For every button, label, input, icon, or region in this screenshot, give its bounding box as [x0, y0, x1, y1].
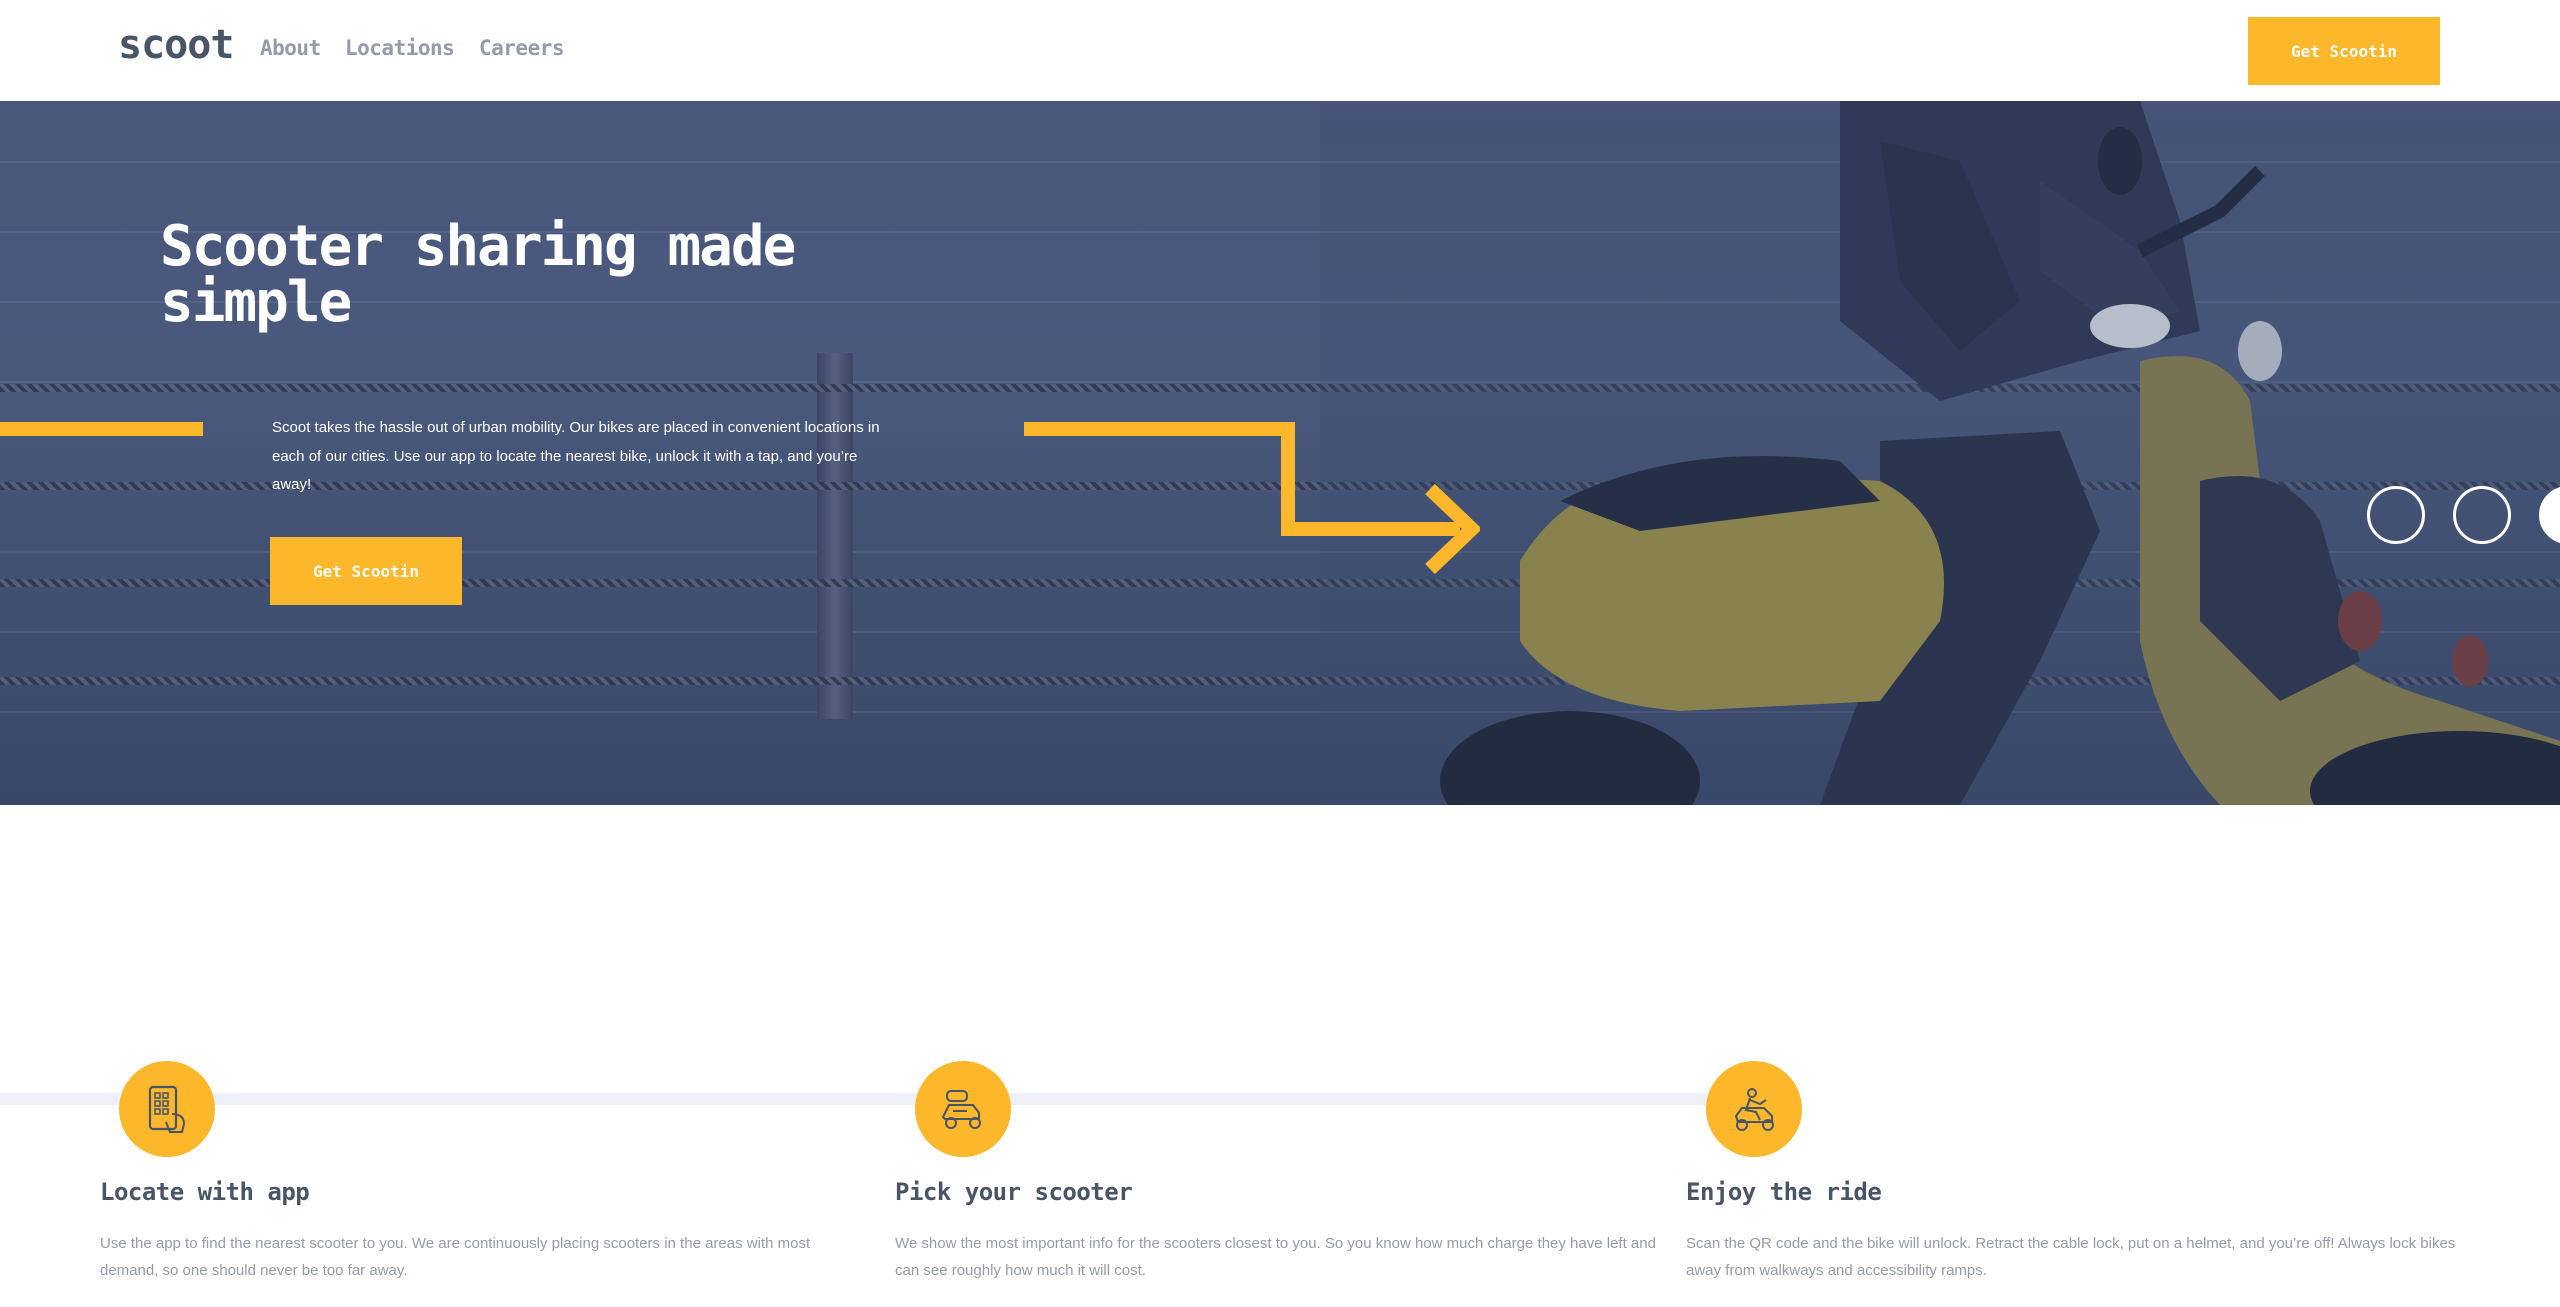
feature-title-locate: Locate with app	[100, 1178, 310, 1206]
rider-scooter-photo	[1320, 101, 2560, 805]
decorative-arrow-icon	[1024, 422, 1480, 575]
feature-text-pick: We show the most important info for the …	[895, 1235, 1656, 1279]
decorative-circle	[2367, 486, 2425, 544]
header-cta-button[interactable]: Get Scootin	[2248, 17, 2440, 85]
decorative-line	[0, 422, 203, 436]
decorative-circle	[2453, 486, 2511, 544]
logo[interactable]: scoot	[118, 22, 234, 68]
rider-icon	[1706, 1061, 1802, 1157]
hero-cta-button[interactable]: Get Scootin	[270, 537, 462, 605]
hero-description: Scoot takes the hassle out of urban mobi…	[272, 419, 880, 493]
scooter-icon	[915, 1061, 1011, 1157]
nav-link-locations[interactable]: Locations	[345, 36, 455, 60]
nav-link-about[interactable]: About	[260, 36, 321, 60]
feature-text-enjoy: Scan the QR code and the bike will unloc…	[1686, 1235, 2456, 1279]
site-header: scoot About Locations Careers Get Scooti…	[0, 0, 2560, 101]
nav-link-careers[interactable]: Careers	[479, 36, 565, 60]
feature-title-enjoy: Enjoy the ride	[1686, 1178, 1882, 1206]
feature-track-line	[0, 1093, 1720, 1105]
phone-app-icon	[119, 1061, 215, 1157]
fence-post	[817, 353, 853, 719]
hero-section: Scooter sharing made simple Scoot takes …	[0, 101, 2560, 805]
hero-title: Scooter sharing made simple	[160, 214, 796, 335]
feature-text-locate: Use the app to find the nearest scooter …	[100, 1235, 811, 1279]
feature-title-pick: Pick your scooter	[895, 1178, 1133, 1206]
